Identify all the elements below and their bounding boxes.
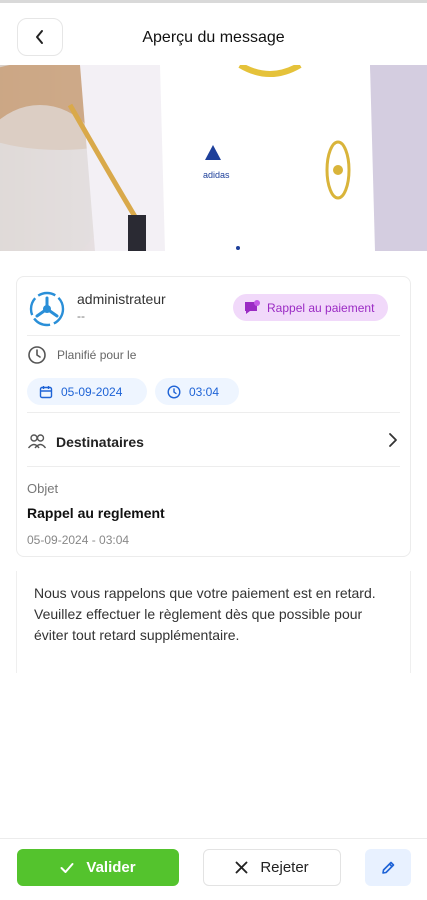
reject-button[interactable]: Rejeter xyxy=(203,849,341,886)
divider xyxy=(27,412,400,413)
subject-datetime: 05-09-2024 - 03:04 xyxy=(27,533,130,547)
schedule-label: Planifié pour le xyxy=(57,348,137,362)
edit-button[interactable] xyxy=(365,849,411,886)
validate-label: Valider xyxy=(86,859,136,876)
recipients-row[interactable]: Destinataires xyxy=(17,422,410,462)
organization-logo-icon xyxy=(29,291,65,327)
schedule-date: 05-09-2024 xyxy=(61,384,123,399)
check-icon xyxy=(60,862,74,873)
page-title: Aperçu du message xyxy=(142,29,285,46)
schedule-time-chip: 03:04 xyxy=(155,378,239,405)
chat-money-icon xyxy=(245,299,260,314)
hero-image: adidas xyxy=(0,65,427,251)
close-icon xyxy=(235,861,248,874)
sports-jersey-photo: adidas xyxy=(0,65,427,251)
users-icon xyxy=(27,431,47,451)
divider xyxy=(27,335,400,336)
subject-value: Rappel au reglement xyxy=(27,505,165,521)
schedule-date-chip: 05-09-2024 xyxy=(27,378,147,405)
sender-subtitle: -- xyxy=(77,309,85,323)
message-type-badge: Rappel au paiement xyxy=(233,294,389,321)
clock-icon xyxy=(167,384,181,399)
svg-text:adidas: adidas xyxy=(203,170,230,180)
sender-name: administrateur xyxy=(77,291,166,307)
message-body-text: Nous vous rappelons que votre paiement e… xyxy=(34,585,376,643)
pencil-icon xyxy=(382,861,395,874)
recipients-label: Destinataires xyxy=(56,434,144,450)
divider xyxy=(27,466,400,467)
message-details-card: administrateur -- Rappel au paiement Pla… xyxy=(16,276,411,557)
message-type-label: Rappel au paiement xyxy=(267,300,375,315)
clock-icon xyxy=(27,345,47,365)
action-footer: Valider Rejeter xyxy=(0,838,427,900)
validate-button[interactable]: Valider xyxy=(17,849,179,886)
schedule-time: 03:04 xyxy=(189,384,220,399)
message-body: Nous vous rappelons que votre paiement e… xyxy=(16,571,411,673)
app-header: Aperçu du message xyxy=(0,3,427,65)
reject-label: Rejeter xyxy=(260,859,309,876)
sender-avatar xyxy=(27,289,67,329)
subject-label: Objet xyxy=(27,481,59,496)
calendar-icon xyxy=(39,385,53,398)
chevron-right-icon xyxy=(388,432,398,448)
